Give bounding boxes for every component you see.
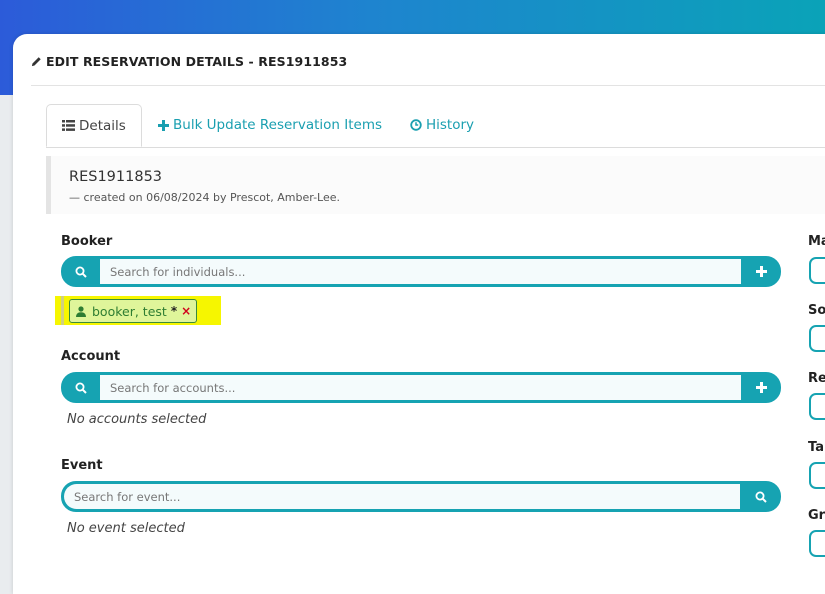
plus-icon [158, 119, 169, 131]
edit-reservation-panel: EDIT RESERVATION DETAILS - RES1911853 De… [13, 34, 825, 594]
side-label-3: Re [808, 371, 825, 386]
event-search-input[interactable] [64, 484, 740, 509]
booker-search [61, 256, 781, 287]
tab-history[interactable]: History [410, 104, 474, 146]
side-label-2: So [808, 303, 825, 318]
primary-star: * [170, 304, 178, 318]
side-field-5[interactable] [809, 530, 825, 557]
selected-booker-chip[interactable]: booker, test * × [69, 299, 198, 323]
account-label: Account [61, 349, 121, 364]
tab-details-label: Details [79, 117, 126, 134]
page-title: EDIT RESERVATION DETAILS - RES1911853 [31, 54, 347, 69]
tab-bulk-update[interactable]: Bulk Update Reservation Items [158, 104, 382, 146]
tab-bulk-update-label: Bulk Update Reservation Items [173, 117, 383, 133]
account-search-input[interactable] [100, 375, 741, 400]
reservation-reference: RES1911853 [69, 169, 163, 185]
booker-search-input[interactable] [100, 259, 741, 284]
side-field-1[interactable] [809, 257, 825, 284]
account-search [61, 372, 781, 403]
search-icon [755, 491, 767, 503]
add-booker-button[interactable] [742, 257, 780, 286]
list-icon [62, 120, 75, 131]
clock-icon [410, 119, 422, 131]
search-icon [75, 382, 87, 394]
plus-icon [755, 382, 767, 393]
account-search-button[interactable] [62, 373, 100, 402]
remove-booker-icon[interactable]: × [181, 304, 191, 318]
user-icon [76, 305, 86, 317]
side-field-3[interactable] [809, 393, 825, 420]
booker-search-button[interactable] [62, 257, 100, 286]
reservation-summary: RES1911853 — created on 06/08/2024 by Pr… [46, 156, 825, 214]
created-info: — created on 06/08/2024 by Prescot, Ambe… [69, 191, 341, 204]
side-field-2[interactable] [809, 325, 825, 352]
selected-booker-name: booker, test [92, 303, 167, 319]
title-divider [31, 85, 825, 86]
selected-booker-marker [61, 296, 64, 325]
side-label-5: Gr [808, 508, 825, 523]
page-title-text: EDIT RESERVATION DETAILS - RES1911853 [46, 54, 348, 69]
event-search [61, 481, 781, 512]
side-label-1: Ma [808, 234, 825, 249]
event-label: Event [61, 458, 103, 473]
side-field-4[interactable] [809, 462, 825, 489]
no-event-text: No event selected [67, 521, 185, 536]
side-label-4: Ta [808, 440, 824, 455]
plus-icon [755, 266, 767, 277]
tab-details[interactable]: Details [46, 104, 142, 147]
add-account-button[interactable] [742, 373, 780, 402]
pencil-icon [31, 57, 41, 67]
tab-bar: Details Bulk Update Reservation Items Hi… [46, 104, 825, 148]
event-search-button[interactable] [742, 482, 780, 511]
no-accounts-text: No accounts selected [67, 412, 207, 427]
search-icon [75, 266, 87, 278]
tab-history-label: History [426, 117, 475, 133]
booker-label: Booker [61, 234, 113, 249]
